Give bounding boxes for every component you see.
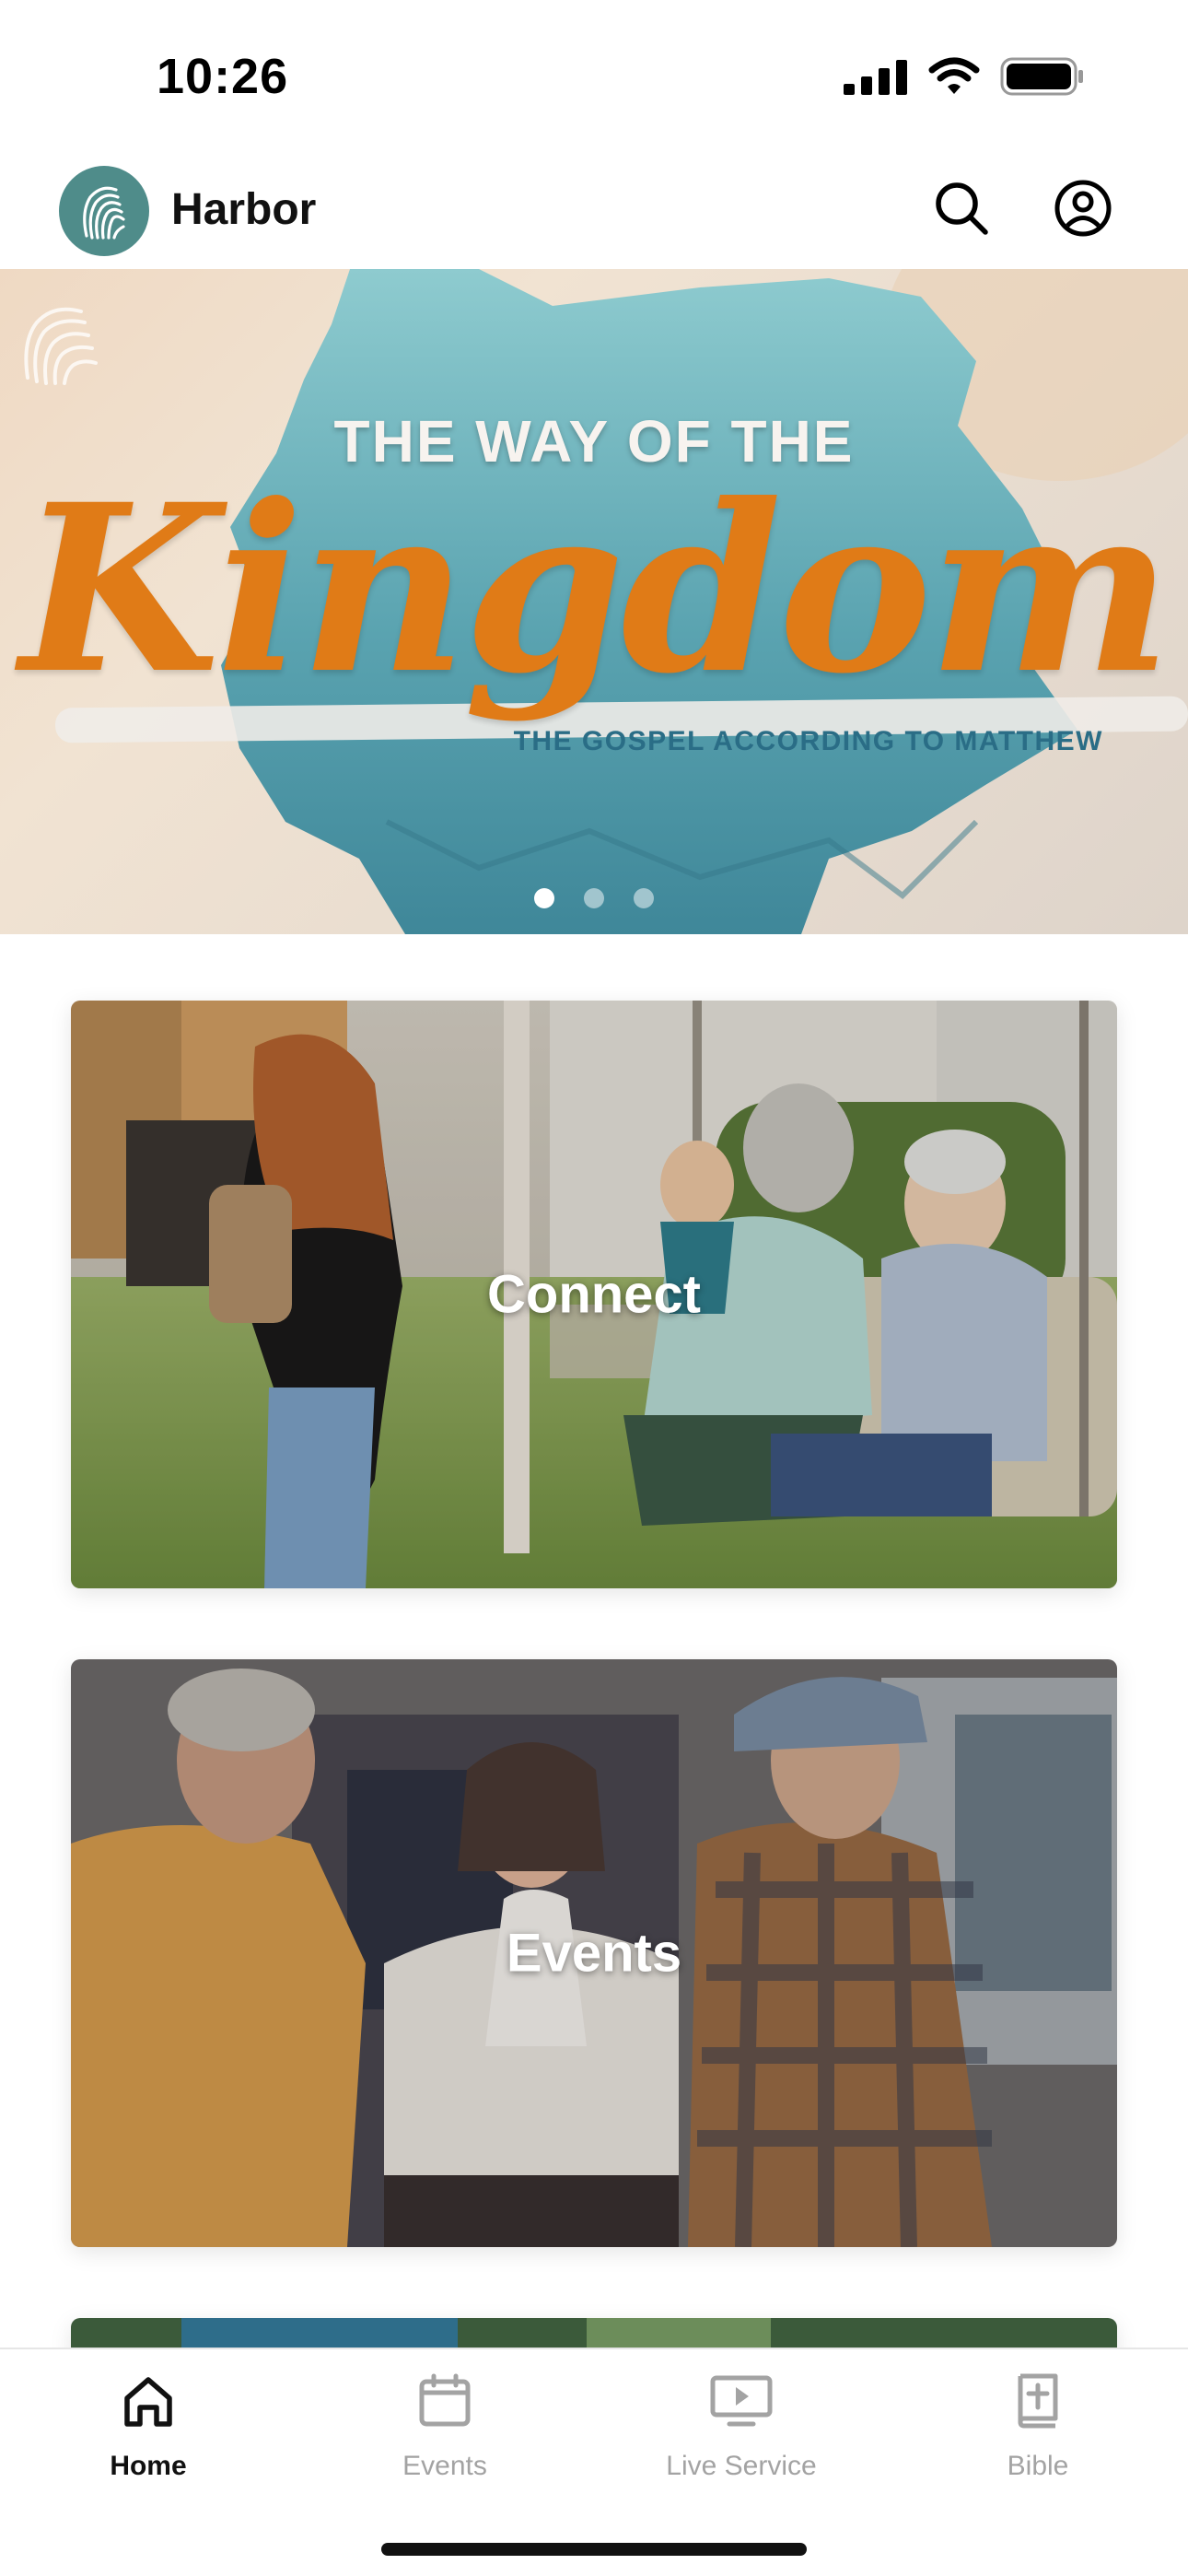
app-header: Harbor [0, 157, 1188, 269]
hero-subtitle: THE GOSPEL ACCORDING TO MATTHEW [513, 726, 1103, 756]
app-title: Harbor [171, 185, 317, 234]
tab-live-service[interactable]: Live Service [593, 2368, 890, 2506]
hero-script-title: Kingdom [19, 453, 1172, 724]
battery-icon [1000, 57, 1085, 100]
calendar-icon [412, 2368, 478, 2434]
home-icon [115, 2368, 181, 2434]
harbor-logo-icon[interactable] [59, 166, 149, 256]
home-indicator [381, 2543, 807, 2556]
carousel-dot[interactable] [584, 888, 604, 908]
tab-events[interactable]: Events [297, 2368, 593, 2506]
bible-icon [1005, 2368, 1071, 2434]
carousel-dot[interactable] [634, 888, 654, 908]
tab-label: Live Service [666, 2451, 817, 2481]
tab-label: Home [110, 2451, 187, 2481]
cellular-signal-icon [844, 58, 908, 100]
events-card[interactable]: Events [71, 1659, 1117, 2247]
tab-home[interactable]: Home [0, 2368, 297, 2506]
hero-watermark-logo [24, 307, 98, 385]
connect-card-label: Connect [487, 1264, 701, 1325]
search-button[interactable] [925, 173, 998, 247]
status-icons [844, 57, 1085, 100]
status-bar: 10:26 [0, 0, 1188, 157]
wifi-icon [928, 57, 980, 100]
play-screen-icon [708, 2368, 775, 2434]
tab-label: Bible [1007, 2451, 1069, 2481]
user-circle-icon [1054, 179, 1112, 242]
tab-bible[interactable]: Bible [890, 2368, 1186, 2506]
carousel-dots [0, 888, 1188, 908]
connect-card[interactable]: Connect [71, 1001, 1117, 1588]
account-button[interactable] [1046, 173, 1120, 247]
hero-carousel[interactable]: THE WAY OF THE Kingdom THE GOSPEL ACCORD… [0, 269, 1188, 934]
carousel-dot[interactable] [534, 888, 554, 908]
tab-bar: Home Events Live Service Bible [0, 2348, 1188, 2576]
search-icon [933, 180, 990, 241]
events-card-label: Events [506, 1923, 682, 1984]
tab-label: Events [402, 2451, 487, 2481]
status-time: 10:26 [157, 49, 289, 104]
